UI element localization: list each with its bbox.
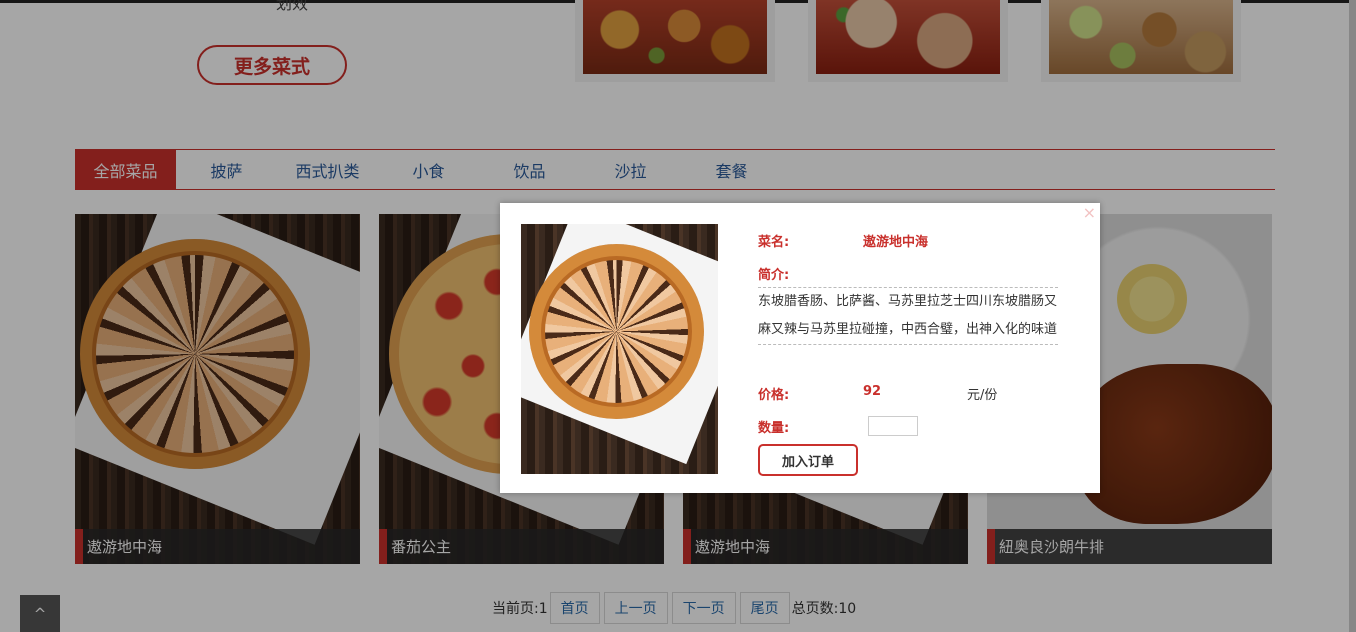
quantity-label: 数量: <box>758 421 790 436</box>
intro-label: 简介: <box>758 268 790 283</box>
price-unit: 元/份 <box>967 388 998 403</box>
dish-description: 东坡腊香肠、比萨酱、马苏里拉芝士四川东坡腊肠又麻又辣与马苏里拉碰撞，中西合璧，出… <box>758 287 1058 345</box>
dish-detail-image <box>521 224 718 474</box>
dish-detail-modal: × 菜名: 遨游地中海 简介: 东坡腊香肠、比萨酱、马苏里拉芝士四川东坡腊肠又麻… <box>500 203 1100 493</box>
pizza-image <box>529 244 704 419</box>
name-value: 遨游地中海 <box>863 235 929 250</box>
price-value: 92 <box>863 384 882 399</box>
add-to-order-button[interactable]: 加入订单 <box>758 444 858 476</box>
price-label: 价格: <box>758 388 790 403</box>
close-icon[interactable]: × <box>1083 203 1096 222</box>
name-label: 菜名: <box>758 235 790 250</box>
quantity-input[interactable] <box>868 416 918 436</box>
